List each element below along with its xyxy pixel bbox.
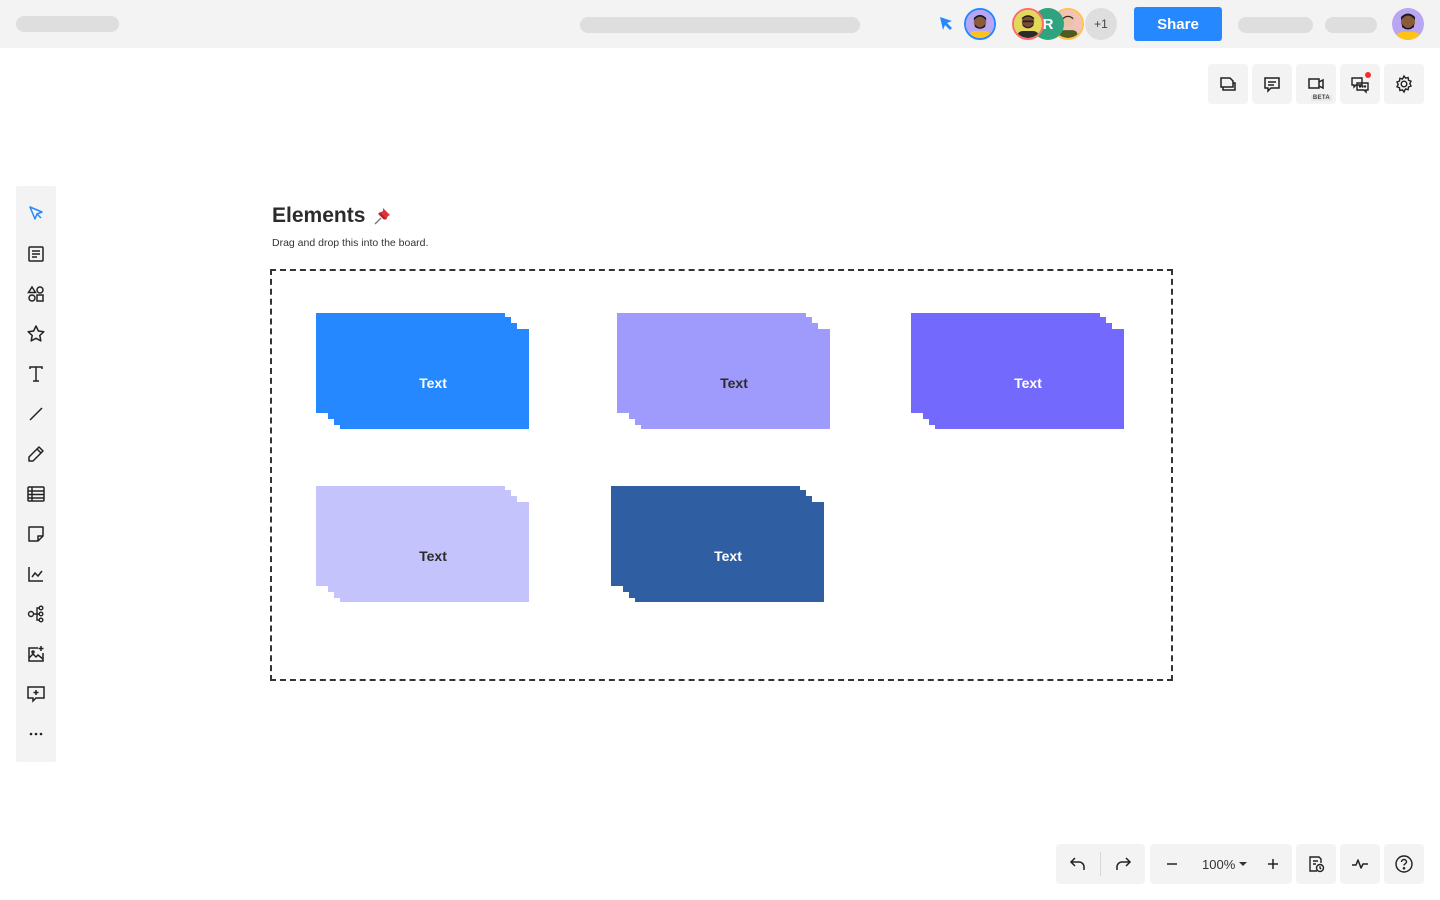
zoom-in-button[interactable] — [1255, 844, 1291, 884]
line-icon — [29, 407, 43, 421]
chevron-down-icon — [1239, 862, 1248, 866]
frame-title-text: Elements — [272, 204, 366, 227]
notification-dot — [1365, 72, 1371, 78]
redo-button[interactable] — [1101, 844, 1145, 884]
star-icon — [27, 325, 45, 342]
self-avatar[interactable] — [964, 8, 996, 40]
element-card[interactable]: Text — [617, 313, 830, 429]
image-tool[interactable] — [16, 634, 56, 674]
shapes-icon — [27, 285, 44, 302]
user-avatar[interactable] — [1392, 8, 1424, 40]
template-icon — [28, 246, 44, 262]
sticky-note-tool[interactable] — [16, 514, 56, 554]
undo-redo-group — [1056, 844, 1145, 884]
top-bar: R +1 Share — [0, 0, 1440, 48]
share-button[interactable]: Share — [1134, 7, 1222, 41]
frame-title: Elements — [272, 204, 393, 228]
element-card[interactable]: Text — [611, 486, 824, 602]
zoom-group: 100% — [1150, 844, 1292, 884]
zoom-level-dropdown[interactable]: 100% — [1194, 857, 1255, 872]
more-tools[interactable] — [16, 714, 56, 754]
pages-icon — [1220, 77, 1236, 91]
templates-tool[interactable] — [16, 234, 56, 274]
image-add-icon — [28, 646, 44, 662]
cursor-follow-icon[interactable] — [938, 15, 956, 33]
pointer-icon — [29, 206, 43, 220]
pen-tool[interactable] — [16, 434, 56, 474]
card-stack-shape — [316, 486, 529, 602]
left-toolbar — [16, 186, 56, 762]
comment-tool[interactable] — [16, 674, 56, 714]
card-stack-shape — [611, 486, 824, 602]
table-icon — [27, 486, 45, 502]
board-name-placeholder[interactable] — [16, 16, 119, 32]
stickers-tool[interactable] — [16, 314, 56, 354]
chat-button[interactable] — [1340, 64, 1380, 104]
zoom-level: 100% — [1202, 856, 1236, 872]
help-icon — [1395, 855, 1413, 873]
help-button[interactable] — [1384, 844, 1424, 884]
card-label: Text — [419, 548, 447, 564]
frame-subtitle: Drag and drop this into the board. — [272, 237, 429, 249]
beta-badge: BETA — [1310, 95, 1332, 101]
activity-button[interactable] — [1340, 844, 1380, 884]
video-icon — [1308, 78, 1324, 90]
board-title-placeholder[interactable] — [580, 17, 860, 33]
comment-add-icon — [27, 686, 45, 703]
history-icon — [1309, 856, 1325, 873]
element-card[interactable]: Text — [911, 313, 1124, 429]
comment-icon — [1264, 77, 1280, 93]
text-icon — [29, 366, 43, 382]
chart-tool[interactable] — [16, 554, 56, 594]
activity-icon — [1352, 859, 1368, 869]
shapes-tool[interactable] — [16, 274, 56, 314]
undo-icon — [1069, 857, 1085, 870]
minus-icon — [1167, 863, 1177, 865]
collaborator-avatar[interactable] — [1012, 8, 1044, 40]
mindmap-icon — [27, 605, 44, 623]
pages-button[interactable] — [1208, 64, 1248, 104]
comments-button[interactable] — [1252, 64, 1292, 104]
card-stack-shape — [617, 313, 830, 429]
chart-icon — [28, 567, 43, 582]
settings-button[interactable] — [1384, 64, 1424, 104]
menu-placeholder[interactable] — [1238, 17, 1313, 33]
card-label: Text — [419, 375, 447, 391]
more-collaborators-badge[interactable]: +1 — [1085, 8, 1117, 40]
video-button[interactable]: BETA — [1296, 64, 1336, 104]
menu-placeholder[interactable] — [1325, 17, 1377, 33]
redo-icon — [1116, 857, 1132, 870]
element-card[interactable]: Text — [316, 486, 529, 602]
text-tool[interactable] — [16, 354, 56, 394]
card-stack-shape — [911, 313, 1124, 429]
element-card[interactable]: Text — [316, 313, 529, 429]
line-tool[interactable] — [16, 394, 56, 434]
pencil-icon — [28, 446, 44, 462]
plus-icon — [1268, 859, 1279, 869]
mind-map-tool[interactable] — [16, 594, 56, 634]
gear-icon — [1396, 74, 1412, 94]
undo-button[interactable] — [1056, 844, 1100, 884]
pushpin-icon — [374, 208, 391, 225]
card-label: Text — [1014, 375, 1042, 391]
card-stack-shape — [316, 313, 529, 429]
table-tool[interactable] — [16, 474, 56, 514]
card-label: Text — [720, 375, 748, 391]
more-icon — [29, 732, 43, 736]
select-tool[interactable] — [16, 194, 56, 234]
sticky-note-icon — [28, 526, 44, 542]
zoom-out-button[interactable] — [1150, 844, 1194, 884]
history-button[interactable] — [1296, 844, 1336, 884]
card-label: Text — [714, 548, 742, 564]
